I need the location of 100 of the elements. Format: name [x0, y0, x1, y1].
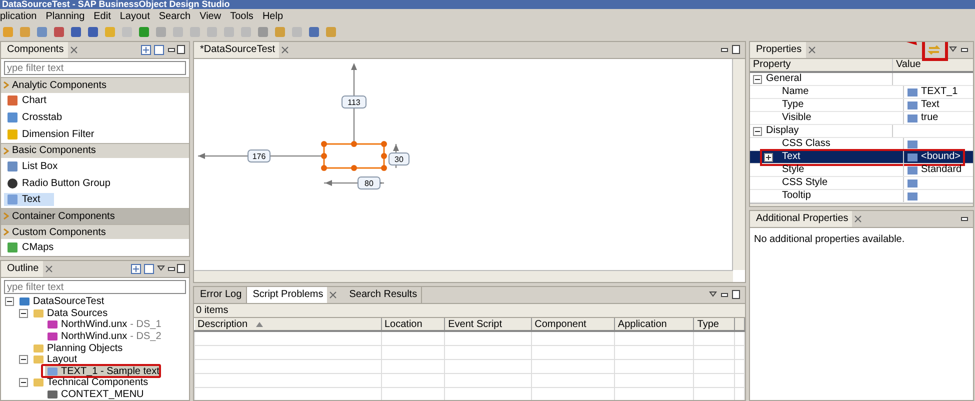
palette-item[interactable]: Chart: [4, 94, 50, 108]
group-expander-icon[interactable]: [753, 74, 762, 84]
component-icon: [7, 242, 18, 254]
close-icon[interactable]: [329, 291, 338, 299]
group-label: Display: [766, 125, 799, 137]
column-header[interactable]: Type: [694, 318, 735, 331]
tree-expander-icon[interactable]: [19, 355, 28, 364]
group-label: Custom Components: [12, 226, 106, 238]
group-expander-icon[interactable]: [753, 126, 762, 136]
group-label: General: [766, 73, 802, 85]
palette-group-header[interactable]: Basic Components: [1, 142, 189, 158]
group-label: Analytic Components: [12, 80, 106, 91]
property-row[interactable]: Text <bound>: [750, 151, 973, 164]
palette-group-header[interactable]: Container Components: [1, 208, 189, 224]
menu-item[interactable]: Planning: [46, 11, 85, 22]
property-name: Type: [782, 99, 804, 111]
node-icon: [33, 354, 44, 366]
close-icon[interactable]: [70, 46, 78, 54]
property-row[interactable]: Type Text: [750, 99, 973, 112]
toolbar-icon[interactable]: [70, 26, 82, 38]
tree-item[interactable]: Planning Objects: [31, 342, 125, 354]
row-expander-icon[interactable]: [764, 152, 773, 162]
dimension-arrow: [324, 180, 384, 186]
palette-item[interactable]: Text: [4, 193, 54, 206]
component-icon: [7, 112, 18, 124]
property-row[interactable]: Style Standard: [750, 164, 973, 177]
close-icon[interactable]: [281, 46, 290, 54]
palette-item[interactable]: Dimension Filter: [4, 128, 98, 141]
view-controls-icon[interactable]: [721, 45, 741, 55]
menu-item[interactable]: View: [200, 11, 222, 22]
close-icon[interactable]: [808, 46, 816, 54]
column-header[interactable]: Location: [381, 318, 445, 331]
palette-group-header[interactable]: Custom Components: [1, 224, 189, 240]
property-group-row[interactable]: Display: [750, 125, 973, 138]
component-icon: [7, 128, 18, 140]
menu-item[interactable]: Edit: [94, 11, 111, 22]
node-icon: [33, 377, 44, 388]
palette-item[interactable]: List Box: [4, 160, 61, 174]
close-icon[interactable]: [854, 215, 862, 223]
menu-item[interactable]: Help: [262, 11, 284, 22]
property-row[interactable]: CSS Style: [750, 177, 973, 190]
group-label: Basic Components: [12, 145, 96, 156]
column-header[interactable]: Value: [893, 59, 973, 71]
view-controls-icon[interactable]: [709, 290, 741, 300]
palette-group-header[interactable]: Analytic Components: [1, 77, 189, 93]
tree-expander-icon[interactable]: [5, 297, 14, 306]
column-header[interactable]: Application: [614, 318, 694, 331]
panel-tab[interactable]: Properties: [750, 42, 806, 58]
panel-tab[interactable]: Additional Properties: [750, 211, 852, 227]
close-icon[interactable]: [44, 265, 53, 273]
palette-item[interactable]: Radio Button Group: [4, 176, 114, 190]
column-header[interactable]: Component: [531, 318, 614, 331]
property-value: <bound>: [921, 151, 960, 163]
tree-item[interactable]: NorthWind.unx - DS_1: [45, 319, 164, 330]
toolbar-icon[interactable]: [36, 26, 48, 38]
view-tab[interactable]: Script Problems: [246, 287, 328, 303]
palette-item[interactable]: CMaps: [4, 241, 57, 254]
property-name: CSS Style: [782, 177, 828, 189]
caret-icon: [3, 146, 9, 155]
menu-item[interactable]: Search: [158, 11, 191, 22]
column-header[interactable]: Description: [194, 318, 381, 331]
tree-expander-icon[interactable]: [19, 308, 28, 318]
property-row[interactable]: Visible true: [750, 112, 973, 125]
property-row[interactable]: Name TEXT_1: [750, 86, 973, 99]
tree-item[interactable]: Layout: [31, 354, 80, 366]
palette-item[interactable]: Crosstab: [4, 111, 66, 124]
tree-item[interactable]: NorthWind.unx - DS_2: [45, 330, 164, 342]
property-group-row[interactable]: General: [750, 73, 973, 86]
menu-item[interactable]: Layout: [120, 11, 150, 22]
horizontal-scrollbar[interactable]: [194, 270, 733, 282]
tree-expander-icon[interactable]: [19, 378, 28, 388]
tree-item[interactable]: DataSourceTest: [17, 296, 106, 308]
toolbar-icon[interactable]: [53, 26, 65, 38]
column-header[interactable]: Property: [750, 59, 893, 71]
view-controls-icon[interactable]: [141, 45, 185, 55]
value-type-icon: [907, 166, 918, 174]
horizontal-scrollbar[interactable]: [750, 203, 973, 206]
tree-item[interactable]: CONTEXT_MENU: [45, 388, 146, 400]
toolbar-icon[interactable]: [87, 26, 99, 38]
tree-item[interactable]: Data Sources: [31, 308, 110, 319]
panel-tab[interactable]: Components: [1, 42, 68, 58]
property-name: Tooltip: [782, 190, 811, 202]
toolbar-icon[interactable]: [138, 26, 150, 38]
empty-message: No additional properties available.: [753, 233, 906, 247]
view-controls-icon[interactable]: [131, 264, 185, 274]
vertical-scrollbar[interactable]: [732, 59, 745, 270]
toolbar-icon[interactable]: [308, 26, 320, 38]
filter-field[interactable]: ype filter text: [4, 280, 186, 294]
toolbar-icon[interactable]: [257, 26, 269, 38]
menu-item[interactable]: Tools: [230, 11, 254, 22]
property-name: CSS Class: [782, 138, 830, 150]
tree-item[interactable]: Technical Components: [31, 377, 150, 388]
filter-field[interactable]: ype filter text: [4, 61, 186, 75]
view-controls-icon[interactable]: [949, 45, 969, 55]
editor-tab[interactable]: *DataSourceTest: [194, 42, 280, 58]
caret-icon: [3, 81, 9, 90]
column-header[interactable]: Event Script: [444, 318, 532, 331]
panel-tab[interactable]: Outline: [1, 261, 43, 277]
selected-element-frame[interactable]: [321, 141, 387, 171]
menu-item[interactable]: plication: [0, 11, 37, 22]
